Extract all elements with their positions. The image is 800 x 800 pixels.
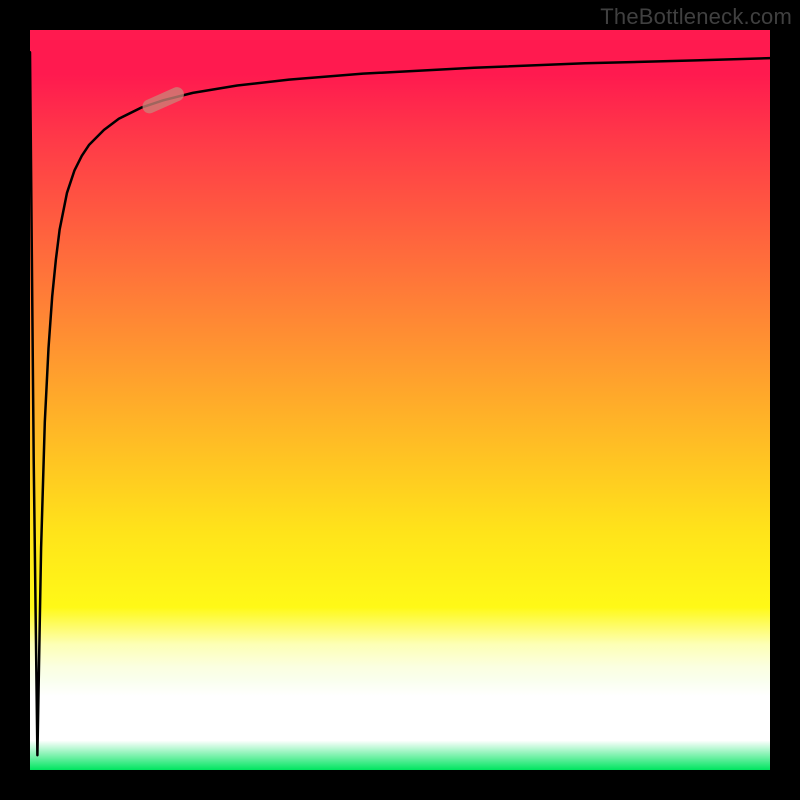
chart-frame: TheBottleneck.com: [0, 0, 800, 800]
watermark-text: TheBottleneck.com: [600, 4, 792, 30]
curve-marker: [140, 85, 186, 116]
bottleneck-curve: [30, 52, 770, 755]
curve-layer: [30, 30, 770, 770]
